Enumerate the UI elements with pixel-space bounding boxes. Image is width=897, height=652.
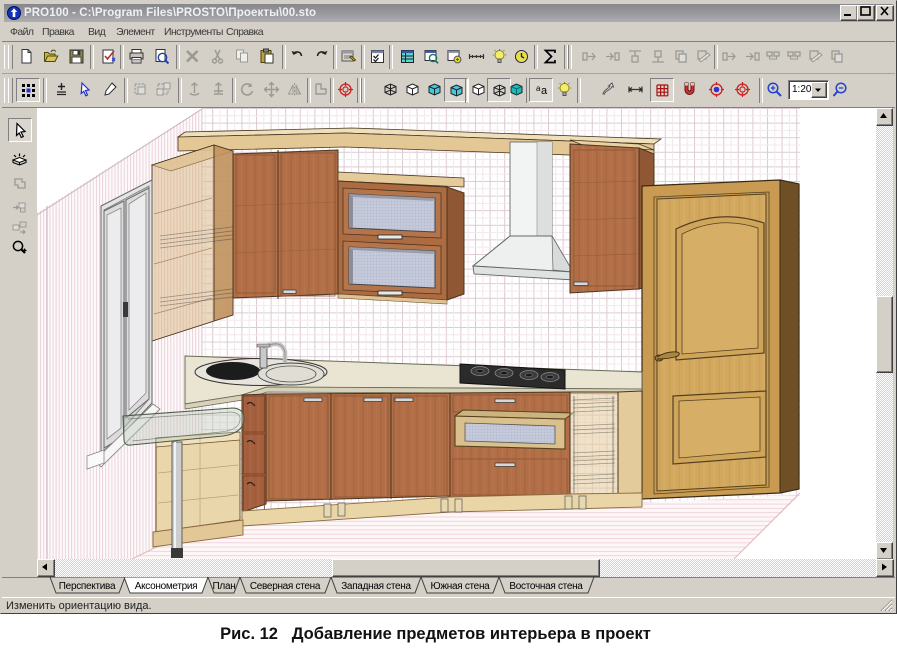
svg-text:a: a <box>541 85 548 97</box>
svg-text:Восточная стена: Восточная стена <box>509 581 583 592</box>
svg-text:Аксонометрия: Аксонометрия <box>135 581 198 592</box>
svg-text:План: План <box>213 581 236 592</box>
svg-text:Северная стена: Северная стена <box>250 581 321 592</box>
svg-text:Западная стена: Западная стена <box>341 581 411 592</box>
svg-text:Перспектива: Перспектива <box>59 581 116 592</box>
svg-text:Южная стена: Южная стена <box>431 581 491 592</box>
